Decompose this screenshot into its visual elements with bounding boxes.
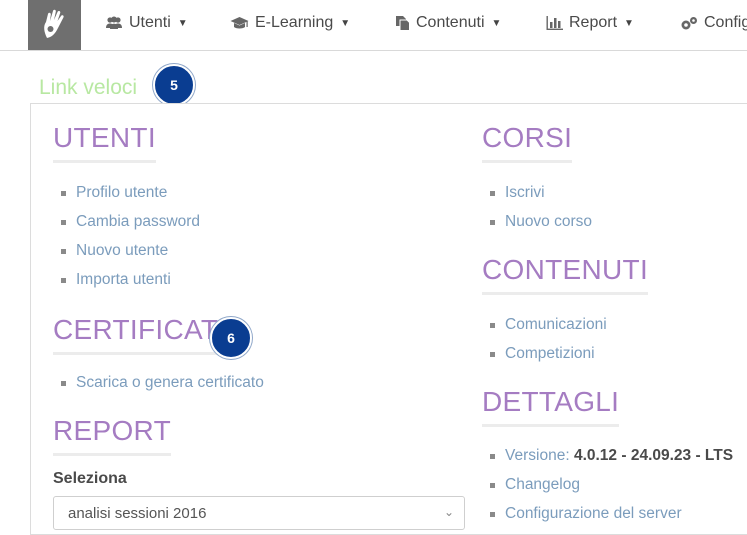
- chevron-down-icon: ▼: [491, 17, 502, 29]
- nav-contenuti[interactable]: Contenuti ▼: [395, 14, 501, 32]
- nav-config[interactable]: Config: [680, 14, 747, 32]
- chevron-down-icon: ▼: [177, 17, 188, 29]
- link-configurazione-server[interactable]: Configurazione del server: [483, 504, 733, 533]
- top-navigation-bar: Utenti ▼ E-Learning ▼ Contenuti ▼ Report…: [0, 0, 747, 51]
- bar-chart-icon: [546, 16, 563, 30]
- chevron-down-icon: ▼: [624, 17, 634, 29]
- version-value: 4.0.12 - 24.09.23 - LTS: [573, 447, 734, 464]
- dettagli-list: Versione: 4.0.12 - 24.09.23 - LTS Change…: [483, 446, 733, 533]
- step-badge: 6: [210, 317, 252, 359]
- nav-report[interactable]: Report ▼: [546, 14, 634, 32]
- link-profilo-utente[interactable]: Profilo utente: [54, 183, 200, 212]
- utenti-links: Profilo utente Cambia password Nuovo ute…: [54, 183, 200, 299]
- link-nuovo-corso[interactable]: Nuovo corso: [483, 212, 592, 241]
- link-importa-utenti[interactable]: Importa utenti: [54, 270, 200, 299]
- graduation-cap-icon: [230, 17, 249, 29]
- nav-utenti[interactable]: Utenti ▼: [105, 14, 188, 32]
- report-select-value: analisi sessioni 2016: [68, 505, 207, 522]
- gears-icon: [681, 16, 697, 29]
- section-title-corsi: CORSI: [482, 122, 573, 163]
- section-title-report: REPORT: [53, 415, 171, 456]
- chevron-down-icon: ⌄: [443, 505, 454, 519]
- report-select[interactable]: analisi sessioni 2016 ⌄: [53, 496, 465, 530]
- link-cambia-password[interactable]: Cambia password: [54, 212, 200, 241]
- link-changelog[interactable]: Changelog: [483, 475, 733, 504]
- link-iscrivi[interactable]: Iscrivi: [483, 183, 592, 212]
- step-badge: 5: [153, 64, 195, 106]
- link-competizioni[interactable]: Competizioni: [483, 344, 607, 373]
- nav-config-label: Config: [704, 14, 747, 31]
- corsi-links: Iscrivi Nuovo corso: [483, 183, 592, 241]
- nav-contenuti-label: Contenuti: [416, 14, 485, 31]
- certificati-links: Scarica o genera certificato: [54, 373, 264, 402]
- users-icon: [106, 16, 122, 29]
- version-info: Versione: 4.0.12 - 24.09.23 - LTS: [483, 446, 733, 475]
- section-title-utenti: UTENTI: [53, 122, 156, 163]
- select-label: Seleziona: [53, 470, 127, 487]
- link-scarica-certificato[interactable]: Scarica o genera certificato: [54, 373, 264, 402]
- nav-utenti-label: Utenti: [129, 14, 171, 31]
- section-title-dettagli: DETTAGLI: [482, 386, 620, 427]
- quick-links-title: Link veloci: [39, 76, 138, 99]
- nav-e-learning-label: E-Learning: [255, 14, 334, 31]
- nav-report-label: Report: [569, 14, 618, 31]
- contenuti-links: Comunicazioni Competizioni: [483, 315, 607, 373]
- link-nuovo-utente[interactable]: Nuovo utente: [54, 241, 200, 270]
- files-icon: [396, 16, 410, 31]
- section-title-certificati: CERTIFICATI: [53, 314, 227, 355]
- nav-e-learning[interactable]: E-Learning ▼: [230, 14, 350, 32]
- logo-hand-icon[interactable]: [28, 0, 81, 50]
- link-comunicazioni[interactable]: Comunicazioni: [483, 315, 607, 344]
- chevron-down-icon: ▼: [340, 17, 351, 29]
- section-title-contenuti: CONTENUTI: [482, 254, 649, 295]
- version-label: Versione:: [505, 447, 570, 464]
